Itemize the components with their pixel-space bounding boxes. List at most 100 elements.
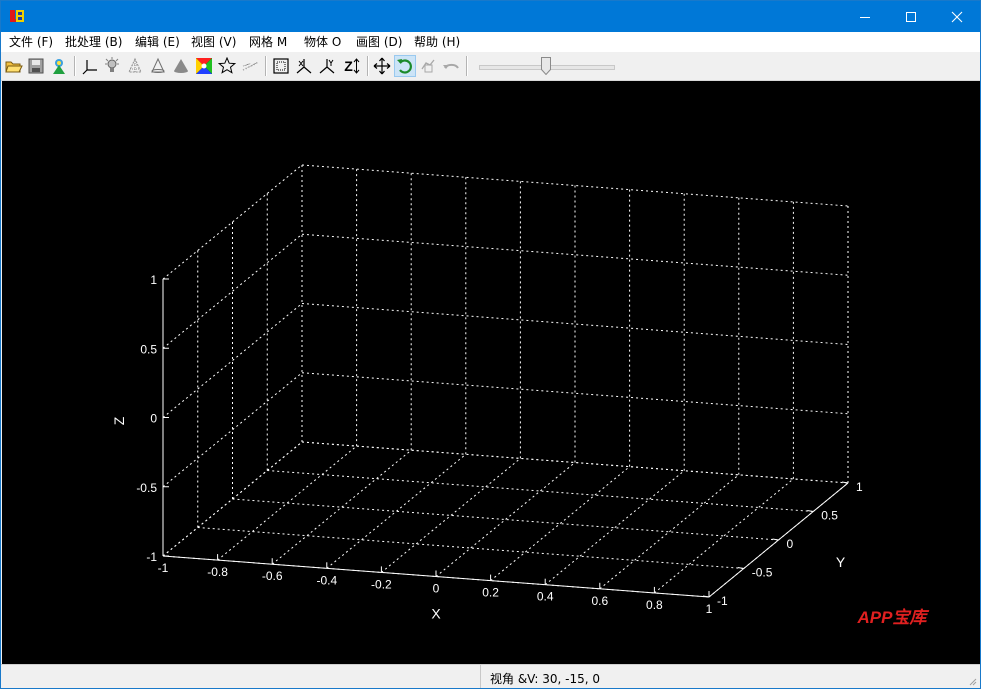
save-icon	[28, 58, 44, 74]
x-tick-label: 0.2	[482, 586, 499, 600]
x-tick-label: -0.8	[207, 565, 228, 579]
y-tick-mark	[841, 481, 849, 484]
slider-thumb[interactable]	[541, 57, 551, 76]
open-folder-icon	[5, 61, 23, 73]
cone-solid-icon	[174, 59, 188, 73]
z-axis-button[interactable]: Z	[340, 55, 364, 77]
menu-draw[interactable]: 画图 (D)	[355, 34, 403, 50]
floor-grid-line-x	[326, 453, 467, 569]
x-tick-label: 0.4	[537, 590, 554, 604]
menu-object[interactable]: 物体 O	[303, 34, 342, 50]
minimize-button[interactable]	[842, 1, 888, 32]
open-button[interactable]	[3, 55, 25, 77]
light-button[interactable]	[101, 55, 123, 77]
star-button[interactable]	[216, 55, 238, 77]
resize-grip-icon[interactable]	[967, 676, 977, 686]
floor-grid-line-y	[197, 527, 744, 569]
y-axis-title: Y	[836, 554, 846, 570]
menu-bar: 文件 (F) 批处理 (B) 编辑 (E) 视图 (V) 网格 M 物体 O 画…	[1, 32, 980, 52]
y-tick-label: 1	[856, 480, 863, 494]
y-tick-mark	[772, 538, 779, 541]
z-tick-label: -1	[146, 550, 157, 564]
x-axis-button[interactable]	[293, 55, 315, 77]
status-bar: 视角 &V: 30, -15, 0	[1, 664, 980, 688]
rotate-icon	[397, 59, 412, 74]
axes-3d: -1 -0.8 -0.6 -0.4 -0.2 0 0.2 0.4 0.6 0.8 1 -1 -0.5 0 0…	[111, 164, 930, 627]
axes-button[interactable]	[79, 55, 101, 77]
y-tick-mark	[807, 510, 814, 512]
minimize-icon	[860, 16, 870, 18]
z-tick-label: -0.5	[136, 481, 157, 495]
menu-batch[interactable]: 批处理 (B)	[64, 34, 123, 50]
undo-button[interactable]	[440, 55, 462, 77]
close-icon	[951, 11, 963, 22]
toolbar: Z	[1, 52, 980, 81]
z-tick-label: 0	[150, 412, 157, 426]
rotate-button[interactable]	[394, 55, 416, 77]
plot-canvas[interactable]: -1 -0.8 -0.6 -0.4 -0.2 0 0.2 0.4 0.6 0.8 1 -1 -0.5 0 0…	[2, 81, 980, 664]
tree-button[interactable]	[48, 55, 70, 77]
floor-grid-line-x	[381, 458, 521, 573]
y-tick-label: -0.5	[752, 566, 773, 580]
menu-view[interactable]: 视图 (V)	[190, 34, 237, 50]
view-angle-status: 视角 &V: 30, -15, 0	[490, 672, 601, 686]
y-tick-mark	[737, 567, 744, 569]
app-window: 文件 (F) 批处理 (B) 编辑 (E) 视图 (V) 网格 M 物体 O 画…	[0, 0, 981, 689]
title-bar[interactable]	[1, 1, 980, 32]
box-frame-button[interactable]	[270, 55, 292, 77]
lb-app-icon	[9, 8, 25, 24]
outline-button[interactable]	[147, 55, 169, 77]
axis-x-icon	[296, 59, 312, 74]
y-tick-label: 0.5	[821, 509, 838, 523]
points-button[interactable]	[239, 55, 261, 77]
x-tick-label: 0.6	[591, 594, 608, 608]
cone-wire-icon	[128, 57, 142, 73]
floor-grid-line-x	[435, 462, 576, 577]
x-tick-label: -0.2	[371, 577, 392, 591]
floor-grid-line-y	[267, 470, 814, 512]
wire-button[interactable]	[124, 55, 146, 77]
color-palette-icon	[196, 58, 212, 74]
points-icon	[242, 61, 259, 71]
z-axis-title: Z	[111, 416, 127, 425]
x-tick-label: 0.8	[646, 598, 663, 612]
z-tick-label: 0.5	[140, 342, 157, 356]
z-tick-label: 1	[150, 273, 157, 287]
save-button[interactable]	[25, 55, 47, 77]
menu-file[interactable]: 文件 (F)	[8, 34, 54, 50]
light-bulb-icon	[105, 57, 119, 72]
solid-button[interactable]	[170, 55, 192, 77]
left-wall-grid-horizontal	[162, 372, 303, 488]
close-button[interactable]	[934, 1, 980, 32]
left-wall-grid-horizontal	[162, 303, 303, 418]
zoom-button[interactable]	[417, 55, 439, 77]
menu-mesh[interactable]: 网格 M	[248, 34, 288, 50]
floor-grid-line-x	[271, 449, 412, 565]
palette-button[interactable]	[193, 55, 215, 77]
y-axis-button[interactable]	[316, 55, 338, 77]
watermark-text: APP宝库	[857, 608, 930, 627]
move-button[interactable]	[371, 55, 393, 77]
axes-icon	[82, 60, 97, 75]
maximize-button[interactable]	[888, 1, 934, 32]
floor-grid-line-x	[490, 466, 630, 581]
box-frame-icon	[273, 58, 289, 74]
menu-help[interactable]: 帮助 (H)	[413, 34, 461, 50]
axis-z-icon: Z	[344, 58, 353, 74]
floor-grid-line-x	[217, 445, 357, 561]
y-tick-label: -1	[717, 594, 728, 608]
x-axis-title: X	[431, 606, 441, 622]
tree-icon	[53, 59, 65, 74]
left-wall-grid-horizontal	[162, 233, 303, 349]
zoom-icon	[421, 59, 435, 73]
star-icon	[218, 57, 236, 74]
floor-grid-line-x	[544, 470, 685, 586]
cone-outline-icon	[151, 57, 165, 73]
menu-edit[interactable]: 编辑 (E)	[134, 34, 181, 50]
x-tick-label: -1	[158, 561, 169, 575]
back-wall-grid-horizontal	[301, 303, 849, 345]
undo-icon	[443, 63, 459, 69]
floor-grid-line-y	[232, 498, 779, 541]
x-tick-label: -0.6	[262, 569, 283, 583]
move-icon	[373, 57, 391, 75]
